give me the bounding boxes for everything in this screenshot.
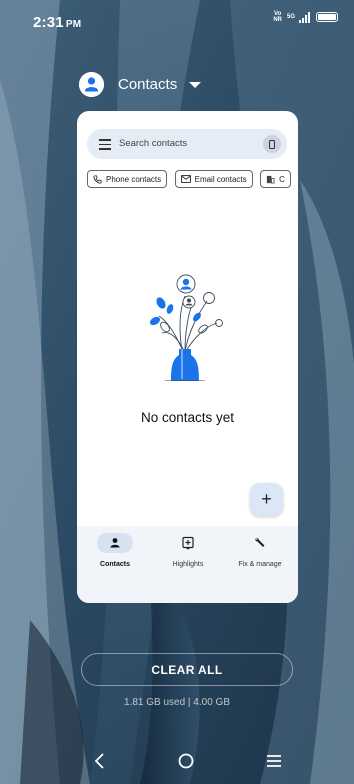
status-icons: Vo NR 5G [273, 11, 338, 23]
network-type: 5G [286, 14, 295, 20]
menu-icon[interactable] [99, 139, 111, 150]
nav-item-fix-manage[interactable]: Fix & manage [223, 533, 297, 568]
home-icon[interactable] [177, 752, 195, 775]
empty-state-message: No contacts yet [140, 410, 235, 425]
chip-email-contacts[interactable]: Email contacts [174, 170, 253, 188]
memory-usage: 1.81 GB used | 4.00 GB [124, 697, 230, 708]
empty-state-illustration [137, 271, 237, 386]
chip-company[interactable]: C [260, 170, 291, 188]
search-input[interactable]: Search contacts [119, 138, 187, 149]
building-icon [266, 175, 275, 184]
back-icon[interactable] [93, 752, 107, 775]
system-navigation-bar [0, 744, 354, 784]
status-bar: 2:31 PM Vo NR 5G [0, 0, 354, 40]
recents-menu-icon[interactable] [266, 752, 282, 775]
highlights-icon [182, 536, 194, 550]
wrench-icon [255, 537, 265, 547]
chip-phone-contacts[interactable]: Phone contacts [87, 170, 168, 188]
add-contact-button[interactable]: + [250, 483, 283, 516]
volte-icon: Vo NR [273, 11, 282, 23]
bottom-navigation: Contacts Highlights Fix & manage [77, 526, 298, 603]
nav-item-contacts[interactable]: Contacts [78, 533, 152, 568]
email-icon [180, 175, 191, 183]
phone-device-icon[interactable] [263, 135, 281, 153]
signal-icon [299, 11, 310, 23]
phone-icon [93, 174, 102, 184]
chevron-down-icon[interactable] [189, 81, 202, 88]
search-bar[interactable]: Search contacts [87, 129, 287, 159]
person-icon [110, 538, 120, 548]
recent-app-header[interactable]: Contacts [79, 72, 202, 97]
clear-all-button[interactable]: CLEAR ALL [81, 653, 293, 686]
recent-app-name: Contacts [118, 76, 178, 93]
contacts-app-icon [79, 72, 104, 97]
battery-icon [316, 12, 338, 22]
nav-item-highlights[interactable]: Highlights [151, 533, 225, 568]
filter-chips: Phone contacts Email contacts C [87, 170, 298, 190]
recent-app-card[interactable]: Search contacts Phone contacts Email con… [77, 111, 298, 603]
status-time: 2:31 PM [33, 14, 82, 31]
